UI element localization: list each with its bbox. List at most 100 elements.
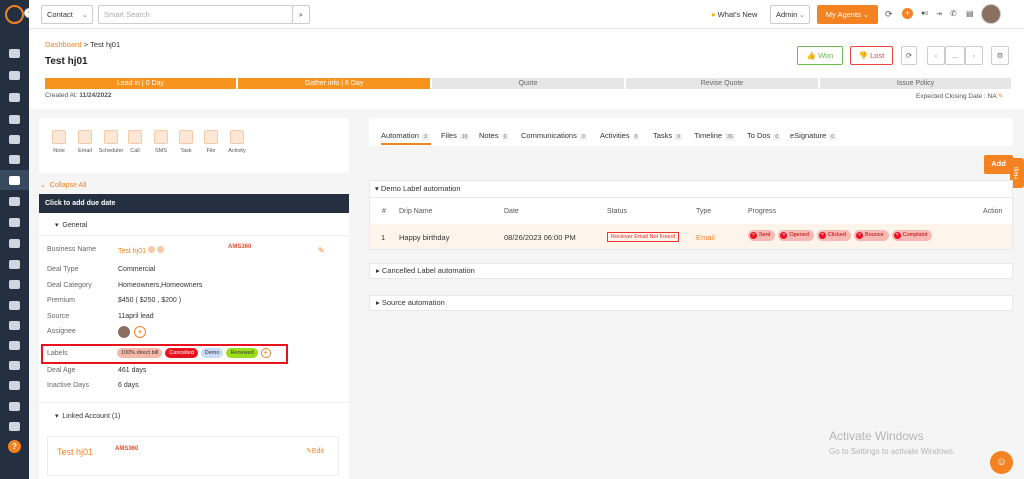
page-title: Test hj01: [45, 56, 88, 67]
role-select[interactable]: Admin ⌄: [770, 5, 810, 24]
app-logo[interactable]: [5, 5, 24, 24]
activity-icon: [230, 130, 244, 144]
list-icon[interactable]: [9, 115, 20, 124]
clipboard-icon[interactable]: [9, 218, 20, 227]
col-type: Type: [696, 208, 712, 215]
breadcrumb-dashboard-link[interactable]: Dashboard: [45, 40, 82, 49]
collapse-all-link[interactable]: ⌄ Collapse All: [40, 181, 86, 189]
tab-esignature[interactable]: eSignature 0: [790, 131, 837, 140]
google-icon[interactable]: [9, 280, 20, 289]
my-agents-button[interactable]: My Agents ⌄: [817, 5, 878, 24]
tab-activities[interactable]: Activities 0: [600, 131, 640, 140]
tab-automation[interactable]: Automation 3: [381, 131, 429, 140]
source-automation-toggle[interactable]: ▸ Source automation: [369, 295, 1013, 311]
deal-header: Dashboard > Test hj01 Test hj01 👍 Won 👎 …: [29, 29, 1024, 109]
menu-icon[interactable]: [9, 135, 20, 144]
due-date-bar[interactable]: Click to add due date: [39, 194, 349, 213]
deal-age-value: 461 days: [118, 367, 147, 374]
edit-pencil-icon[interactable]: ✎: [998, 93, 1003, 100]
users-icon[interactable]: ●0: [921, 10, 928, 17]
folder-icon[interactable]: [9, 260, 20, 269]
stage-lead-in[interactable]: Lead in | 0 Day: [45, 78, 236, 89]
trash-icon[interactable]: ▤: [966, 9, 974, 18]
filter-icon[interactable]: [9, 176, 20, 185]
search-icon[interactable]: ⌕: [292, 5, 310, 24]
general-section-toggle[interactable]: ▾ General: [55, 221, 87, 229]
deal-category-label: Deal Category: [47, 282, 92, 289]
edit-business-icon[interactable]: ✎: [318, 246, 325, 255]
contacts-icon[interactable]: [9, 71, 20, 80]
col-progress: Progress: [748, 208, 777, 215]
calendar-icon[interactable]: [9, 321, 20, 330]
linked-account-toggle[interactable]: ▾ Linked Account (1): [55, 412, 120, 420]
tab-todos[interactable]: To Dos 0: [747, 131, 781, 140]
sms-icon: [154, 130, 168, 144]
row-type: Email: [696, 233, 715, 242]
tab-files[interactable]: Files 10: [441, 131, 470, 140]
stage-revise-quote[interactable]: Revise Quote: [626, 78, 818, 89]
stage-quote[interactable]: Quote: [432, 78, 624, 89]
business-name-value[interactable]: Test hj01: [118, 246, 164, 255]
prev-deal-button[interactable]: ‹: [927, 46, 945, 65]
settings-gear-icon[interactable]: ⚙: [991, 46, 1009, 65]
analytics-icon[interactable]: [9, 402, 20, 411]
label-renewed[interactable]: Renewed: [226, 348, 258, 358]
col-status: Status: [607, 208, 627, 215]
deal-type-label: Deal Type: [47, 266, 79, 273]
contact-card-icon[interactable]: [9, 155, 20, 164]
tab-timeline[interactable]: Timeline 36: [694, 131, 735, 140]
activity-icon[interactable]: [9, 361, 20, 370]
more-options-button[interactable]: ...: [945, 46, 965, 65]
add-automation-button[interactable]: Add: [984, 155, 1013, 174]
dollar-icon[interactable]: [9, 381, 20, 390]
stage-issue-policy[interactable]: Issue Policy: [820, 78, 1011, 89]
refresh-icon[interactable]: ⟳: [885, 9, 893, 20]
label-direct-bill[interactable]: 100% direct bill: [117, 348, 163, 358]
logout-icon[interactable]: ⇥: [936, 10, 942, 18]
mail-icon[interactable]: [9, 341, 20, 350]
col-number: #: [382, 208, 386, 215]
active-tab-indicator: [381, 143, 431, 145]
module-select[interactable]: Contact ⌄: [41, 5, 93, 24]
message-icon[interactable]: [156, 246, 164, 253]
tab-tasks[interactable]: Tasks 0: [653, 131, 682, 140]
add-circle-icon[interactable]: +: [902, 8, 913, 19]
activity-action[interactable]: Activity: [222, 130, 252, 154]
mail-icon[interactable]: [147, 246, 155, 253]
label-cancelled[interactable]: Cancelled: [165, 348, 198, 358]
linked-account-name[interactable]: Test hj01: [57, 447, 93, 457]
smart-search-input[interactable]: Smart Search: [98, 5, 293, 24]
whats-new-link[interactable]: ● What's New: [711, 10, 757, 19]
assignee-avatar[interactable]: [118, 326, 130, 338]
tab-notes[interactable]: Notes 0: [479, 131, 509, 140]
progress-sent: × Sent: [748, 230, 776, 241]
next-deal-button[interactable]: ›: [965, 46, 983, 65]
progress-opened: × Opened: [778, 230, 814, 241]
lost-button[interactable]: 👎 Lost: [850, 46, 893, 65]
refresh-deal-button[interactable]: ⟳: [901, 46, 917, 65]
label-demo[interactable]: Demo: [200, 348, 224, 358]
cancelled-automation-toggle[interactable]: ▸ Cancelled Label automation: [369, 263, 1013, 279]
file-icon: [204, 130, 218, 144]
won-button[interactable]: 👍 Won: [797, 46, 843, 65]
deal-age-label: Deal Age: [47, 367, 76, 374]
megaphone-icon[interactable]: [9, 197, 20, 206]
dashboard-icon[interactable]: [9, 49, 20, 58]
settings-icon[interactable]: [9, 422, 20, 431]
chat-icon[interactable]: ☺: [990, 451, 1013, 474]
row-date: 08/26/2023 06:00 PM: [504, 233, 576, 242]
tab-communications[interactable]: Communications 0: [521, 131, 587, 140]
documents-icon[interactable]: [9, 93, 20, 102]
stage-gather-info[interactable]: Gather info | 6 Day: [238, 78, 430, 89]
demo-automation-toggle[interactable]: ▾ Demo Label automation: [375, 184, 461, 193]
add-assignee-icon[interactable]: +: [134, 326, 146, 338]
bar-chart-icon[interactable]: [9, 239, 20, 248]
add-label-icon[interactable]: +: [260, 348, 271, 358]
deal-type-value: Commercial: [118, 266, 156, 273]
phone-icon[interactable]: ✆: [950, 9, 957, 18]
task-icon: [179, 130, 193, 144]
user-avatar[interactable]: [981, 4, 1001, 24]
help-circle-icon[interactable]: ?: [8, 440, 21, 453]
gallery-icon[interactable]: [9, 301, 20, 310]
linked-account-edit[interactable]: ✎Edit: [306, 447, 324, 455]
